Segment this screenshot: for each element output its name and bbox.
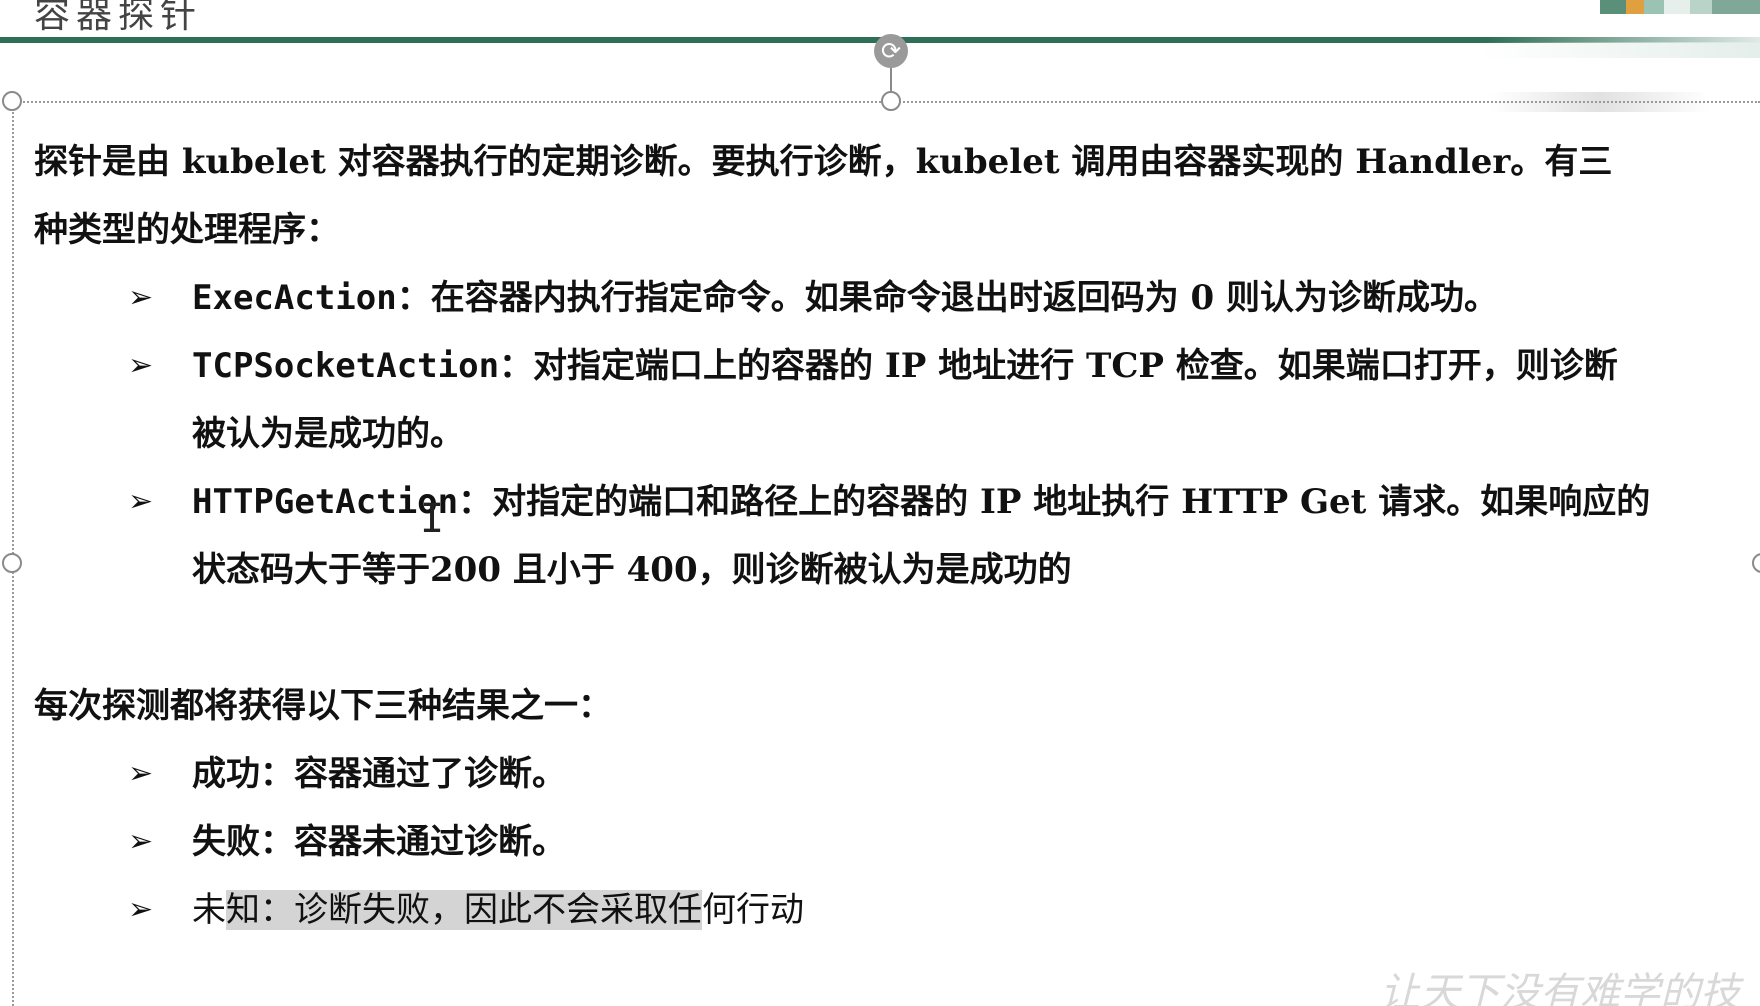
handler-name: ExecAction (192, 278, 397, 318)
corner-decoration (1600, 0, 1760, 14)
text-box-content[interactable]: 探针是由 kubelet 对容器执行的定期诊断。要执行诊断，kubelet 调用… (34, 128, 1744, 944)
rotate-handle-icon[interactable]: ⟳ (874, 34, 908, 68)
bullet-arrow-icon: ➢ (128, 484, 154, 519)
handler-description-cont: 被认为是成功的。 (192, 414, 464, 454)
bullet-arrow-icon: ➢ (128, 756, 154, 791)
intro-line: 探针是由 kubelet 对容器执行的定期诊断。要执行诊断，kubelet 调用… (34, 142, 1613, 182)
bullet-arrow-icon: ➢ (128, 892, 154, 927)
handler-list: ➢ ExecAction：在容器内执行指定命令。如果命令退出时返回码为 0 则认… (34, 264, 1744, 604)
slide-title: 容器探针 (34, 0, 203, 36)
bullet-arrow-icon: ➢ (128, 280, 154, 315)
result-item-unknown: ➢ 未知：诊断失败，因此不会采取任何行动 (34, 876, 1744, 944)
bullet-arrow-icon: ➢ (128, 348, 154, 383)
handler-description-cont: 状态码大于等于200 且小于 400，则诊断被认为是成功的 (192, 550, 1072, 590)
result-item-success: ➢ 成功：容器通过了诊断。 (34, 740, 1744, 808)
result-text-head: 未 (192, 890, 226, 930)
result-item-failure: ➢ 失败：容器未通过诊断。 (34, 808, 1744, 876)
handler-item-exec: ➢ ExecAction：在容器内执行指定命令。如果命令退出时返回码为 0 则认… (34, 264, 1744, 332)
result-text: 成功：容器通过了诊断。 (192, 754, 566, 794)
result-text-tail: 何行动 (702, 890, 804, 930)
watermark: 让天下没有难学的技 (1380, 970, 1740, 1006)
handler-description: ：在容器内执行指定命令。如果命令退出时返回码为 0 则认为诊断成功。 (396, 278, 1499, 318)
results-list: ➢ 成功：容器通过了诊断。 ➢ 失败：容器未通过诊断。 ➢ 未知：诊断失败，因此… (34, 740, 1744, 944)
handler-description: ：对指定的端口和路径上的容器的 IP 地址执行 HTTP Get 请求。如果响应… (458, 482, 1651, 522)
text-cursor-icon: I (420, 496, 445, 542)
handler-name: HTTPGetAction (192, 482, 459, 522)
handler-name: TCPSocketAction (192, 346, 500, 386)
bullet-arrow-icon: ➢ (128, 824, 154, 859)
title-fade-strip (1480, 42, 1760, 58)
results-heading: 每次探测都将获得以下三种结果之一： (34, 686, 612, 726)
resize-handle-top-left[interactable] (2, 91, 22, 111)
intro-line: 种类型的处理程序： (34, 210, 340, 250)
text-selection-highlight[interactable]: 知：诊断失败，因此不会采取任 (226, 890, 702, 930)
result-text: 失败：容器未通过诊断。 (192, 822, 566, 862)
handler-item-http: ➢ HTTPGetAction：对指定的端口和路径上的容器的 IP 地址执行 H… (34, 468, 1744, 604)
title-rule (0, 37, 1488, 43)
resize-handle-middle-left[interactable] (2, 553, 22, 573)
handler-description: ：对指定端口上的容器的 IP 地址进行 TCP 检查。如果端口打开，则诊断 (499, 346, 1618, 386)
resize-handle-top-center[interactable] (881, 91, 901, 111)
handler-item-tcp: ➢ TCPSocketAction：对指定端口上的容器的 IP 地址进行 TCP… (34, 332, 1744, 468)
